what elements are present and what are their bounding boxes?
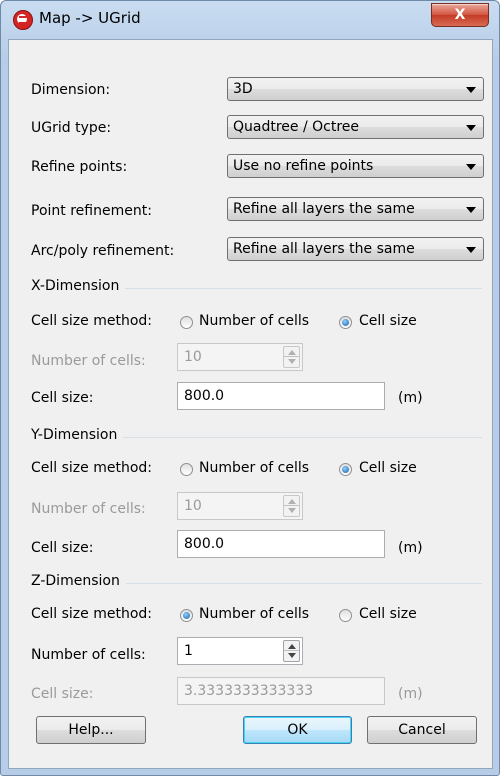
x-cell-size-input[interactable]: 800.0 xyxy=(177,382,385,410)
y-dimension-title: Y-Dimension xyxy=(31,427,124,443)
y-radio-number-of-cells[interactable] xyxy=(180,463,193,476)
chevron-down-icon xyxy=(466,125,476,131)
z-number-of-cells-label: Number of cells: xyxy=(31,647,146,663)
dialog-client-area: Dimension: 3D UGrid type: Quadtree / Oct… xyxy=(8,39,493,769)
x-cell-size-unit: (m) xyxy=(398,390,423,406)
chevron-down-icon xyxy=(466,164,476,170)
chevron-down-icon xyxy=(466,207,476,213)
x-number-of-cells-stepper[interactable]: 10 xyxy=(177,343,303,371)
y-radio-cell-size[interactable] xyxy=(339,463,352,476)
chevron-down-icon xyxy=(466,247,476,253)
z-cell-size-unit: (m) xyxy=(398,686,423,702)
title-bar[interactable]: Map -> UGrid X xyxy=(1,1,499,39)
x-radio-number-of-cells[interactable] xyxy=(180,316,193,329)
point-refinement-label: Point refinement: xyxy=(31,203,152,219)
y-option-number-of-cells[interactable]: Number of cells xyxy=(199,460,309,476)
x-dimension-title: X-Dimension xyxy=(31,278,126,294)
x-option-number-of-cells[interactable]: Number of cells xyxy=(199,313,309,329)
x-number-of-cells-label: Number of cells: xyxy=(31,353,146,369)
z-radio-cell-size[interactable] xyxy=(339,609,352,622)
dimension-dropdown[interactable]: 3D xyxy=(227,77,484,101)
y-option-cell-size[interactable]: Cell size xyxy=(359,460,417,476)
ugrid-type-label: UGrid type: xyxy=(31,120,112,136)
x-radio-cell-size[interactable] xyxy=(339,316,352,329)
y-cell-size-value: 800.0 xyxy=(184,536,225,552)
y-number-of-cells-label: Number of cells: xyxy=(31,501,146,517)
arc-poly-refinement-dropdown[interactable]: Refine all layers the same xyxy=(227,237,484,261)
z-cell-size-input: 3.3333333333333 xyxy=(177,677,385,705)
ok-button[interactable]: OK xyxy=(243,716,352,744)
z-option-number-of-cells[interactable]: Number of cells xyxy=(199,606,309,622)
refine-points-dropdown[interactable]: Use no refine points xyxy=(227,154,484,178)
spin-arrows-icon[interactable] xyxy=(283,495,300,517)
y-number-of-cells-value: 10 xyxy=(184,498,202,514)
dimension-label: Dimension: xyxy=(31,82,111,98)
z-dimension-title: Z-Dimension xyxy=(31,573,126,589)
ugrid-type-value: Quadtree / Octree xyxy=(233,119,360,135)
dialog-window: Map -> UGrid X Dimension: 3D UGrid type:… xyxy=(0,0,500,776)
arc-poly-refinement-label: Arc/poly refinement: xyxy=(31,243,175,259)
refine-points-value: Use no refine points xyxy=(233,158,374,174)
y-number-of-cells-stepper[interactable]: 10 xyxy=(177,492,303,520)
x-cell-size-method-label: Cell size method: xyxy=(31,313,152,329)
z-cell-size-label: Cell size: xyxy=(31,686,94,702)
y-cell-size-input[interactable]: 800.0 xyxy=(177,530,385,558)
x-cell-size-label: Cell size: xyxy=(31,390,94,406)
z-cell-size-value: 3.3333333333333 xyxy=(184,683,314,699)
z-number-of-cells-stepper[interactable]: 1 xyxy=(177,637,303,665)
dimension-value: 3D xyxy=(233,81,253,97)
spin-arrows-icon[interactable] xyxy=(283,346,300,368)
refine-points-label: Refine points: xyxy=(31,159,128,175)
z-cell-size-method-label: Cell size method: xyxy=(31,606,152,622)
ugrid-type-dropdown[interactable]: Quadtree / Octree xyxy=(227,115,484,139)
z-option-cell-size[interactable]: Cell size xyxy=(359,606,417,622)
y-cell-size-unit: (m) xyxy=(398,540,423,556)
app-logo-icon xyxy=(13,10,33,30)
spin-arrows-icon[interactable] xyxy=(283,640,300,662)
z-number-of-cells-value: 1 xyxy=(184,643,193,659)
y-cell-size-method-label: Cell size method: xyxy=(31,460,152,476)
x-cell-size-value: 800.0 xyxy=(184,388,225,404)
z-radio-number-of-cells[interactable] xyxy=(180,609,193,622)
chevron-down-icon xyxy=(466,87,476,93)
close-button[interactable]: X xyxy=(431,3,489,27)
x-option-cell-size[interactable]: Cell size xyxy=(359,313,417,329)
point-refinement-value: Refine all layers the same xyxy=(233,201,415,217)
window-title: Map -> UGrid xyxy=(39,9,141,27)
help-button[interactable]: Help... xyxy=(36,716,146,744)
x-number-of-cells-value: 10 xyxy=(184,349,202,365)
y-cell-size-label: Cell size: xyxy=(31,540,94,556)
point-refinement-dropdown[interactable]: Refine all layers the same xyxy=(227,197,484,221)
arc-poly-refinement-value: Refine all layers the same xyxy=(233,241,415,257)
cancel-button[interactable]: Cancel xyxy=(367,716,477,744)
